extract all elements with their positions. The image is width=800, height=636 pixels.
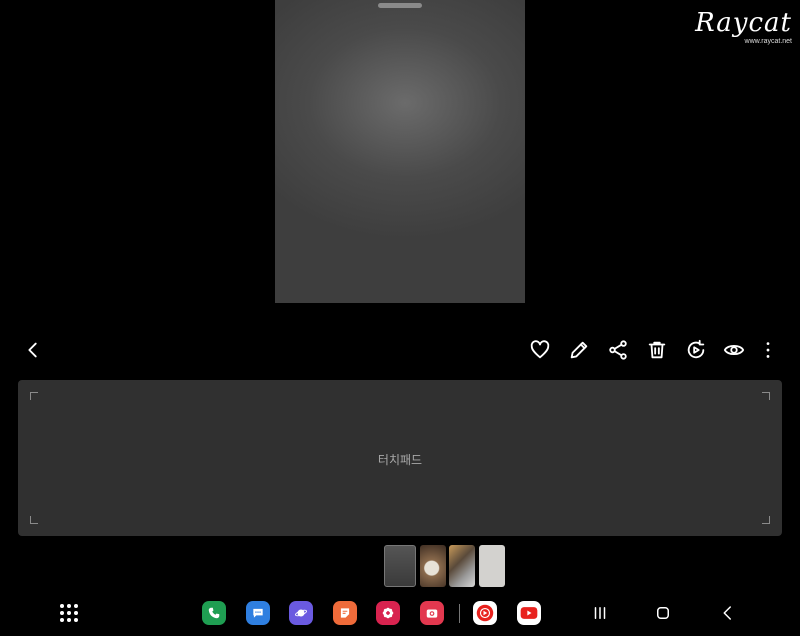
- back-icon: [28, 342, 37, 358]
- touchpad-corner: [30, 392, 38, 400]
- home-button[interactable]: [652, 602, 674, 624]
- view-button[interactable]: [719, 335, 749, 365]
- phone-icon: [208, 607, 220, 619]
- grid-dot: [67, 618, 71, 622]
- grid-dot: [74, 618, 78, 622]
- touchpad[interactable]: 터치패드: [18, 380, 782, 536]
- internet-app[interactable]: [289, 601, 313, 625]
- youtube-music-app[interactable]: [473, 601, 497, 625]
- taskbar: [0, 592, 800, 636]
- thumbnail[interactable]: [449, 545, 475, 587]
- grid-dot: [74, 604, 78, 608]
- remaster-icon: [687, 339, 705, 359]
- delete-icon: [648, 341, 666, 359]
- phone-app[interactable]: [202, 601, 226, 625]
- app-drawer-button[interactable]: [60, 604, 78, 622]
- touchpad-corner: [762, 516, 770, 524]
- touchpad-corner: [762, 392, 770, 400]
- touchpad-label: 터치패드: [377, 453, 423, 467]
- thumbnail[interactable]: [479, 545, 505, 587]
- recents-icon: [594, 607, 606, 619]
- notes-app[interactable]: [333, 601, 357, 625]
- messages-icon: [253, 608, 263, 618]
- favorite-button[interactable]: [525, 335, 555, 365]
- recents-button[interactable]: [589, 602, 611, 624]
- touchpad-corner: [30, 516, 38, 524]
- youtube-icon: [520, 607, 538, 619]
- watermark-logo: Raycat: [695, 8, 792, 38]
- more-options-button[interactable]: [753, 335, 783, 365]
- grid-dot: [60, 611, 64, 615]
- edit-icon: [570, 341, 588, 359]
- thumbnail-selected[interactable]: [384, 545, 416, 587]
- delete-button[interactable]: [642, 335, 672, 365]
- camera-icon: [426, 609, 438, 618]
- home-icon: [657, 607, 669, 619]
- edit-button[interactable]: [564, 335, 594, 365]
- watermark: Raycat www.raycat.net: [695, 10, 792, 45]
- grid-dot: [60, 618, 64, 622]
- back-nav-icon: [723, 606, 731, 620]
- grid-dot: [74, 611, 78, 615]
- notes-icon: [340, 608, 350, 618]
- planet-icon: [295, 609, 307, 617]
- watermark-url: www.raycat.net: [744, 38, 792, 45]
- youtube-app[interactable]: [517, 601, 541, 625]
- back-button[interactable]: [18, 335, 48, 365]
- share-icon: [609, 340, 627, 360]
- photo-toolbar: [0, 332, 800, 368]
- grid-dot: [60, 604, 64, 608]
- messages-app[interactable]: [246, 601, 270, 625]
- flower-icon: [382, 607, 394, 619]
- grid-dot: [67, 611, 71, 615]
- gallery-app[interactable]: [376, 601, 400, 625]
- youtube-music-icon: [476, 604, 494, 622]
- grid-dot: [67, 604, 71, 608]
- back-nav-button[interactable]: [717, 602, 739, 624]
- photo-preview[interactable]: [275, 0, 525, 303]
- more-icon: [766, 342, 770, 358]
- remaster-button[interactable]: [681, 335, 711, 365]
- photo-drag-handle[interactable]: [378, 3, 422, 8]
- taskbar-divider: [459, 604, 460, 623]
- thumbnail[interactable]: [420, 545, 446, 587]
- view-icon: [723, 344, 745, 356]
- heart-icon: [530, 340, 550, 359]
- share-button[interactable]: [603, 335, 633, 365]
- camera-app[interactable]: [420, 601, 444, 625]
